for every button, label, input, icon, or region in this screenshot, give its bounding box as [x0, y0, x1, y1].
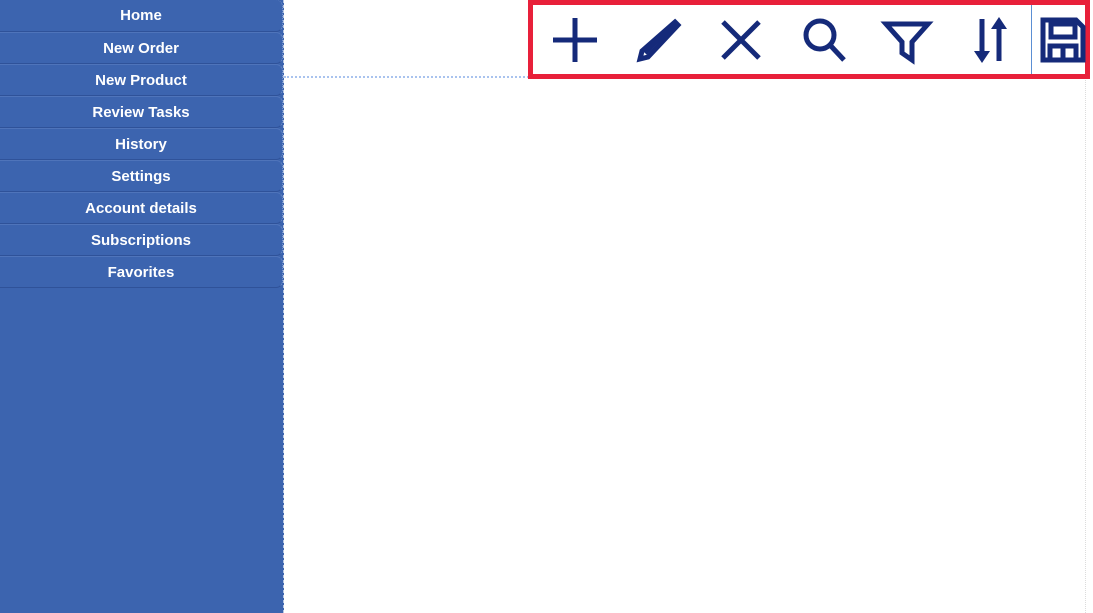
sort-arrows-icon — [973, 16, 1007, 63]
sidebar-item-settings[interactable]: Settings — [0, 160, 283, 192]
add-button[interactable] — [533, 5, 616, 74]
main-content-area — [284, 0, 1093, 613]
sidebar-item-history[interactable]: History — [0, 128, 283, 160]
filter-button[interactable] — [865, 5, 948, 74]
sidebar-item-label: Favorites — [107, 264, 175, 281]
save-button[interactable] — [1031, 5, 1093, 74]
save-floppy-icon — [1040, 17, 1085, 62]
toolbar-highlighted-region — [528, 0, 1090, 79]
sidebar-item-home[interactable]: Home — [0, 0, 283, 32]
sidebar-item-new-product[interactable]: New Product — [0, 64, 283, 96]
page-right-edge-guide — [1085, 0, 1086, 613]
toolbar — [533, 5, 1093, 74]
sidebar-item-label: New Product — [95, 72, 187, 89]
sidebar-item-label: Account details — [85, 200, 197, 217]
filter-funnel-icon — [879, 21, 934, 65]
app-root: Home New Order New Product Review Tasks … — [0, 0, 1093, 613]
search-icon — [803, 18, 846, 62]
close-x-icon — [720, 19, 761, 60]
sidebar-item-label: History — [115, 136, 167, 153]
sidebar-item-label: New Order — [103, 40, 179, 57]
sidebar-item-favorites[interactable]: Favorites — [0, 256, 283, 288]
edit-button[interactable] — [616, 5, 699, 74]
sort-button[interactable] — [948, 5, 1031, 74]
sidebar-item-subscriptions[interactable]: Subscriptions — [0, 224, 283, 256]
sidebar-item-label: Home — [120, 7, 162, 24]
pencil-icon — [636, 18, 681, 62]
sidebar-empty-area — [0, 288, 283, 613]
sidebar-item-label: Review Tasks — [92, 104, 190, 121]
sidebar-navigation: Home New Order New Product Review Tasks … — [0, 0, 284, 613]
plus-icon — [552, 17, 597, 62]
sidebar-item-label: Settings — [111, 168, 171, 185]
sidebar-item-new-order[interactable]: New Order — [0, 32, 283, 64]
sidebar-item-review-tasks[interactable]: Review Tasks — [0, 96, 283, 128]
delete-button[interactable] — [699, 5, 782, 74]
sidebar-item-account-details[interactable]: Account details — [0, 192, 283, 224]
search-button[interactable] — [782, 5, 865, 74]
sidebar-item-label: Subscriptions — [90, 232, 191, 249]
